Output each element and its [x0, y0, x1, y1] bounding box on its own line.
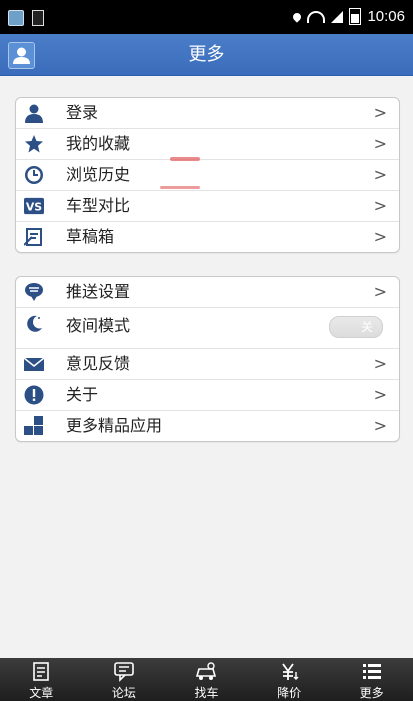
- price-drop-icon: [282, 663, 299, 680]
- chevron-right-icon: >: [373, 165, 387, 184]
- car-icon: [196, 662, 217, 680]
- menu-group-settings: 推送设置 > 夜间模式 关 意见反馈 > 关于 > 更多精品应用 >: [15, 276, 400, 442]
- push-icon: [24, 282, 44, 302]
- tab-forum[interactable]: 论坛: [83, 658, 166, 701]
- document-notification-icon: [32, 10, 44, 26]
- night-mode-icon: [24, 314, 44, 334]
- apps-icon: [24, 416, 44, 436]
- bottom-navigation: 文章 论坛 找车 降价 更多: [0, 658, 413, 701]
- svg-text:VS: VS: [26, 201, 42, 214]
- menu-item-label: 更多精品应用: [66, 416, 163, 435]
- status-bar: 10:06: [0, 0, 413, 34]
- tab-find-car[interactable]: 找车: [165, 658, 248, 701]
- menu-item-push-settings[interactable]: 推送设置 >: [16, 277, 399, 308]
- menu-item-label: 我的收藏: [66, 134, 131, 153]
- night-mode-toggle[interactable]: 关: [329, 316, 383, 338]
- mail-icon: [24, 354, 44, 374]
- user-icon: [24, 103, 44, 123]
- chevron-right-icon: >: [373, 196, 387, 215]
- menu-item-label: 浏览历史: [66, 165, 131, 184]
- vs-icon: VS: [24, 196, 44, 216]
- status-time: 10:06: [367, 8, 405, 25]
- tab-more[interactable]: 更多: [330, 658, 413, 701]
- tab-article[interactable]: 文章: [0, 658, 83, 701]
- menu-item-login[interactable]: 登录 >: [16, 98, 399, 129]
- chevron-right-icon: >: [373, 385, 387, 404]
- tab-label: 降价: [277, 686, 302, 700]
- app-notification-icon: [8, 10, 24, 26]
- clock-icon: [24, 165, 44, 185]
- notification-icons: [8, 10, 44, 26]
- menu-item-history[interactable]: 浏览历史 >: [16, 160, 399, 191]
- menu-group-account: 登录 > 我的收藏 > 浏览历史 > VS 车型对比 > 草稿箱 >: [15, 97, 400, 253]
- info-icon: [24, 385, 44, 405]
- toggle-state-text: 关: [360, 320, 373, 334]
- article-icon: [33, 662, 50, 681]
- menu-item-label: 推送设置: [66, 282, 131, 301]
- menu-item-label: 夜间模式: [66, 316, 131, 335]
- menu-item-label: 关于: [66, 385, 99, 404]
- menu-item-label: 登录: [66, 103, 99, 122]
- menu-item-more-apps[interactable]: 更多精品应用 >: [16, 411, 399, 441]
- tab-label: 更多: [359, 686, 384, 700]
- tab-label: 找车: [194, 686, 219, 700]
- location-icon: [291, 10, 304, 23]
- signal-icon: [331, 10, 344, 23]
- page-title: 更多: [188, 44, 225, 65]
- menu-item-label: 车型对比: [66, 196, 131, 215]
- menu-item-compare[interactable]: VS 车型对比 >: [16, 191, 399, 222]
- redaction-mark: [160, 186, 200, 189]
- chevron-right-icon: >: [373, 227, 387, 246]
- menu-item-favorites[interactable]: 我的收藏 >: [16, 129, 399, 160]
- chevron-right-icon: >: [373, 282, 387, 301]
- menu-item-about[interactable]: 关于 >: [16, 380, 399, 411]
- more-list-icon: [362, 664, 381, 679]
- chevron-right-icon: >: [373, 416, 387, 435]
- tab-label: 论坛: [111, 686, 136, 700]
- chevron-right-icon: >: [373, 134, 387, 153]
- menu-item-drafts[interactable]: 草稿箱 >: [16, 222, 399, 252]
- battery-icon: [349, 8, 362, 25]
- menu-item-night-mode: 夜间模式 关: [16, 308, 399, 349]
- star-icon: [24, 134, 44, 154]
- redaction-mark: [170, 157, 200, 161]
- menu-item-label: 意见反馈: [66, 354, 131, 373]
- tab-label: 文章: [29, 686, 54, 700]
- forum-icon: [114, 662, 134, 682]
- tab-price-drop[interactable]: 降价: [248, 658, 331, 701]
- menu-item-label: 草稿箱: [66, 227, 115, 246]
- chevron-right-icon: >: [373, 103, 387, 122]
- draft-icon: [24, 227, 44, 247]
- chevron-right-icon: >: [373, 354, 387, 373]
- header-bar: 更多: [0, 34, 413, 76]
- menu-item-feedback[interactable]: 意见反馈 >: [16, 349, 399, 380]
- system-icons: 10:06: [291, 8, 405, 25]
- wifi-icon: [307, 10, 326, 23]
